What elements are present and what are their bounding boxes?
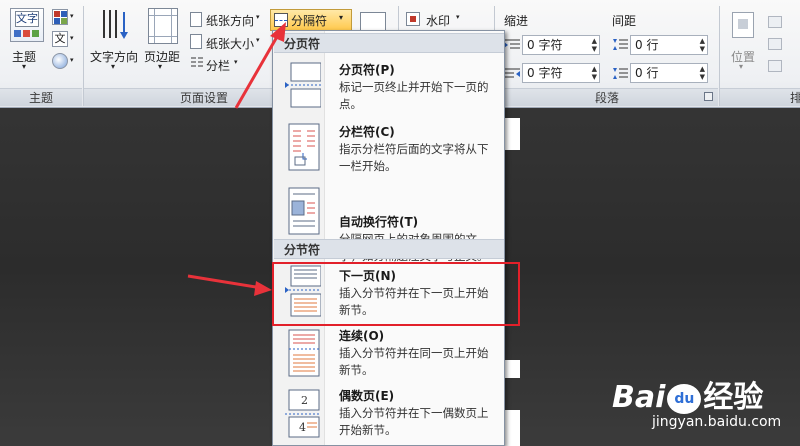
arrow-head-icon [270, 22, 286, 42]
watermark-paw: du [667, 383, 702, 414]
watermark-brand-2: 经验 [703, 380, 764, 415]
arrow-head-icon [254, 281, 272, 296]
watermark-url: jingyan.baidu.com [652, 414, 782, 430]
arrow-to-next-page [187, 274, 263, 290]
baidu-watermark: Bai du 经验 [612, 372, 763, 416]
watermark-brand: Bai [612, 380, 666, 415]
arrow-to-breaks [234, 34, 280, 109]
